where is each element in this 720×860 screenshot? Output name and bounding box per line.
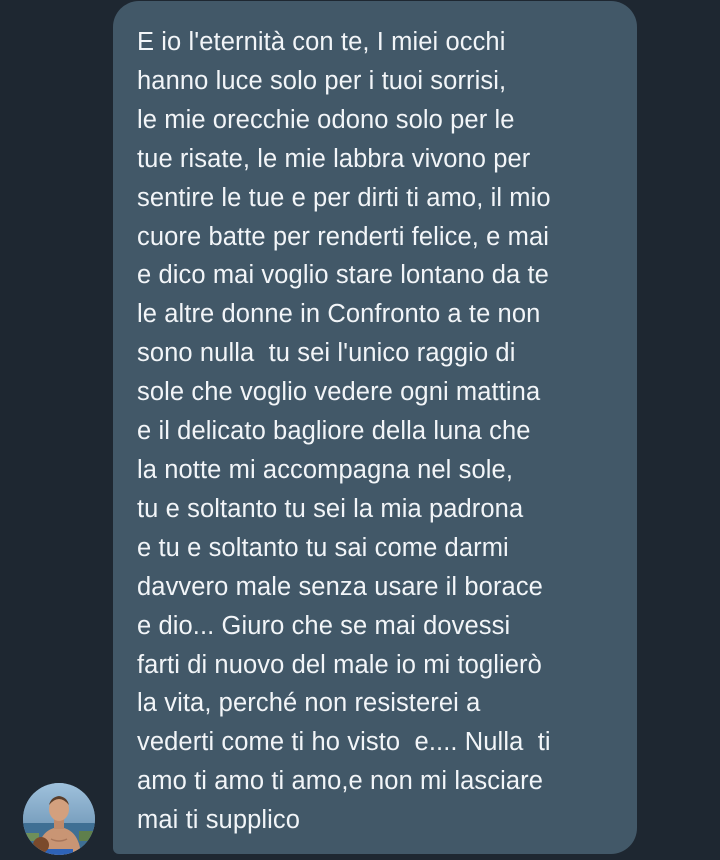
message-line: cuore batte per renderti felice, e mai bbox=[137, 222, 550, 251]
message-line: e dio... Giuro che se mai dovessi bbox=[137, 611, 511, 640]
message-line: E io l'eternità con te, I miei occhi bbox=[137, 28, 506, 56]
message-line: davvero male senza usare il borace bbox=[137, 572, 543, 601]
user-photo-avatar-icon bbox=[23, 783, 95, 855]
message-line: vederti come ti ho visto e.... Nulla ti bbox=[137, 728, 551, 757]
message-line: amo ti amo ti amo,e non mi lasciare bbox=[137, 767, 543, 796]
message-text: E io l'eternità con te, I miei occhi han… bbox=[137, 23, 617, 840]
message-line: la vita, perché non resisterei a bbox=[137, 689, 481, 718]
message-line: sole che voglio vedere ogni mattina bbox=[137, 378, 541, 407]
message-line: sentire le tue e per dirti ti amo, il mi… bbox=[137, 183, 551, 212]
message-line: la notte mi accompagna nel sole, bbox=[137, 455, 514, 484]
message-bubble[interactable]: E io l'eternità con te, I miei occhi han… bbox=[113, 1, 637, 854]
message-line: e dico mai voglio stare lontano da te bbox=[137, 261, 549, 290]
message-line: tue risate, le mie labbra vivono per bbox=[137, 144, 531, 173]
message-line: le mie orecchie odono solo per le bbox=[137, 105, 515, 134]
message-line: hanno luce solo per i tuoi sorrisi, bbox=[137, 66, 507, 95]
message-line: le altre donne in Confronto a te non bbox=[137, 300, 541, 329]
message-line: e il delicato bagliore della luna che bbox=[137, 417, 531, 446]
message-line: sono nulla tu sei l'unico raggio di bbox=[137, 339, 516, 368]
message-line: mai ti supplico bbox=[137, 806, 301, 835]
chat-screen: E io l'eternità con te, I miei occhi han… bbox=[0, 0, 720, 860]
message-line: tu e soltanto tu sei la mia padrona bbox=[137, 494, 524, 523]
sender-avatar[interactable] bbox=[23, 783, 95, 855]
message-line: e tu e soltanto tu sai come darmi bbox=[137, 533, 509, 562]
message-line: farti di nuovo del male io mi toglierò bbox=[137, 650, 542, 679]
